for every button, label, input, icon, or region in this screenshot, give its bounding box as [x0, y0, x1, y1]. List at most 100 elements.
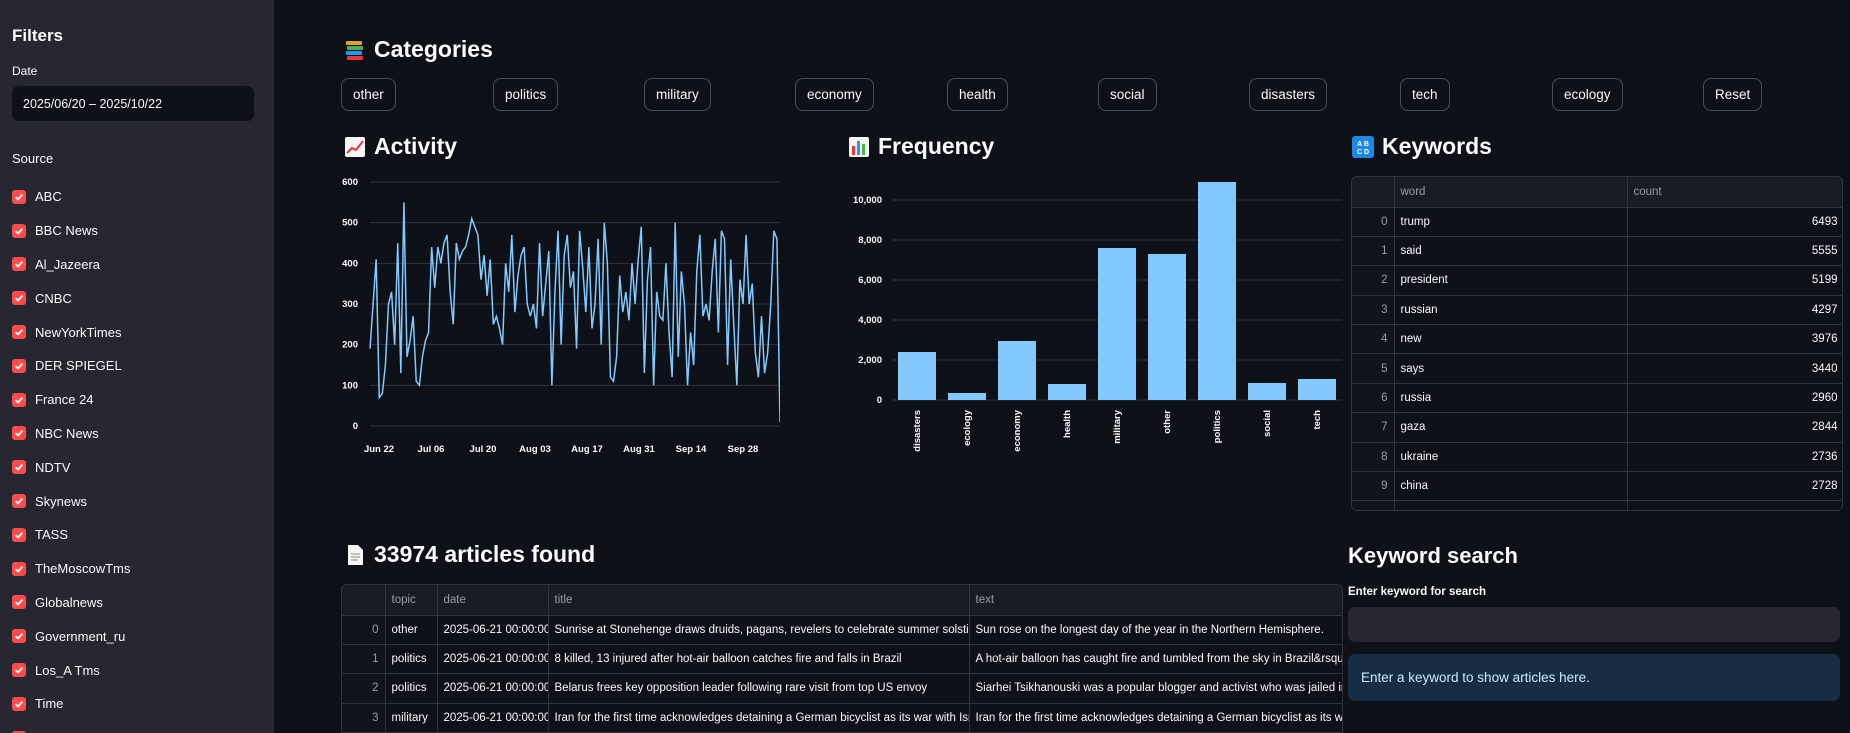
row-index: 3 [342, 703, 386, 733]
column-header[interactable]: text [969, 585, 1342, 616]
source-checkbox-row[interactable]: TASS [12, 518, 262, 552]
checkbox-checked-icon[interactable] [12, 291, 26, 306]
checkbox-checked-icon[interactable] [12, 629, 26, 644]
source-checkbox-row[interactable]: Skynews [12, 484, 262, 518]
category-button[interactable]: social [1098, 78, 1157, 111]
y-tick-label: 400 [342, 258, 358, 269]
checkbox-checked-icon[interactable] [12, 257, 26, 272]
x-tick-label: Jul 06 [418, 444, 445, 455]
x-tick-label: Aug 03 [519, 444, 551, 455]
checkbox-checked-icon[interactable] [12, 358, 26, 373]
checkbox-checked-icon[interactable] [12, 426, 26, 441]
source-checkbox-row[interactable]: Al_Jazeera [12, 248, 262, 282]
checkbox-checked-icon[interactable] [12, 189, 26, 204]
table-row[interactable]: 2 politics 2025-06-21 00:00:00 Belarus free… [342, 673, 1342, 704]
column-header[interactable]: word [1394, 177, 1628, 208]
source-label-text: TASS [35, 527, 68, 543]
column-header[interactable]: date [437, 585, 549, 616]
table-row[interactable]: 3 military 2025-06-21 00:00:00 Iran for the… [342, 703, 1342, 733]
category-button[interactable]: ecology [1552, 78, 1623, 111]
articles-heading: 33974 articles found [344, 541, 595, 568]
table-row[interactable]: 4 new 3976 [1352, 324, 1842, 355]
category-button[interactable]: economy [795, 78, 874, 111]
checkbox-checked-icon[interactable] [12, 527, 26, 542]
checkbox-checked-icon[interactable] [12, 663, 26, 678]
category-button[interactable]: disasters [1249, 78, 1328, 111]
table-cell: 4297 [1627, 295, 1842, 326]
table-row[interactable]: 9 china 2728 [1352, 471, 1842, 502]
table-row[interactable]: 1 politics 2025-06-21 00:00:00 8 killed, 13… [342, 644, 1342, 675]
category-button[interactable]: other [341, 78, 396, 111]
categories-heading: Categories [344, 36, 493, 63]
source-checkbox-row[interactable]: RT [12, 721, 262, 733]
table-row[interactable]: 6 russia 2960 [1352, 383, 1842, 414]
checkbox-checked-icon[interactable] [12, 392, 26, 407]
checkbox-checked-icon[interactable] [12, 460, 26, 475]
source-checkbox-row[interactable]: NewYorkTimes [12, 315, 262, 349]
y-tick-label: 200 [342, 340, 358, 351]
articles-table[interactable]: topic date title text 0 other 2025-06-21 00:0… [341, 584, 1343, 733]
row-index: 4 [1352, 324, 1395, 355]
x-tick-label: disasters [912, 410, 923, 452]
activity-title: Activity [374, 133, 458, 159]
table-row[interactable]: 5 says 3440 [1352, 353, 1842, 384]
column-header[interactable]: count [1627, 177, 1842, 208]
source-checkbox-row[interactable]: Los_A Tms [12, 653, 262, 687]
source-checkbox-row[interactable]: TheMoscowTms [12, 552, 262, 586]
category-button[interactable]: health [947, 78, 1008, 111]
source-checkbox-list: ABC BBC News Al_Jazeera CNBC NewYorkTimes DER… [12, 180, 262, 733]
table-cell: 3976 [1627, 324, 1842, 355]
column-header[interactable]: title [548, 585, 970, 616]
source-label-text: Skynews [35, 493, 88, 509]
keyword-info-box: Enter a keyword to show articles here. [1348, 654, 1840, 701]
table-row[interactable]: 8 ukraine 2736 [1352, 442, 1842, 473]
x-tick-label: Aug 31 [623, 444, 655, 455]
table-row[interactable]: 1 said 5555 [1352, 236, 1842, 267]
table-row[interactable]: 0 trump 6493 [1352, 207, 1842, 237]
column-header[interactable] [1352, 177, 1395, 208]
activity-heading: Activity [344, 133, 457, 160]
source-checkbox-row[interactable]: Time [12, 687, 262, 721]
table-cell: other [385, 615, 438, 645]
checkbox-checked-icon[interactable] [12, 325, 26, 340]
source-checkbox-row[interactable]: NBC News [12, 417, 262, 451]
category-button[interactable]: politics [493, 78, 559, 111]
table-cell: 2025-06-21 00:00:00 [437, 615, 549, 645]
checkbox-checked-icon[interactable] [12, 223, 26, 238]
column-header[interactable] [342, 585, 386, 616]
keyword-search-input[interactable] [1348, 607, 1840, 642]
table-cell: Siarhei Tsikhanouski was a popular blogg… [969, 673, 1342, 704]
source-checkbox-row[interactable]: DER SPIEGEL [12, 349, 262, 383]
keywords-table[interactable]: word count 0 trump 6493 1 said 5555 2 president 5… [1351, 176, 1843, 511]
category-button[interactable]: tech [1400, 78, 1450, 111]
date-range-value: 2025/06/20 – 2025/10/22 [23, 96, 163, 111]
checkbox-checked-icon[interactable] [12, 696, 26, 711]
frequency-bar [1298, 379, 1336, 400]
reset-button[interactable]: Reset [1703, 78, 1763, 111]
table-row[interactable] [1352, 500, 1842, 510]
table-row[interactable]: 2 president 5199 [1352, 265, 1842, 296]
table-cell: ukraine [1394, 442, 1628, 473]
row-index: 1 [1352, 236, 1395, 267]
table-row[interactable]: 0 other 2025-06-21 00:00:00 Sunrise at Ston… [342, 615, 1342, 645]
source-checkbox-row[interactable]: NDTV [12, 450, 262, 484]
source-checkbox-row[interactable]: France 24 [12, 383, 262, 417]
table-row[interactable]: 7 gaza 2844 [1352, 412, 1842, 443]
table-cell: military [385, 703, 438, 733]
source-checkbox-row[interactable]: CNBC [12, 281, 262, 315]
column-header[interactable]: topic [385, 585, 438, 616]
checkbox-checked-icon[interactable] [12, 494, 26, 509]
date-range-input[interactable]: 2025/06/20 – 2025/10/22 [12, 86, 254, 121]
source-checkbox-row[interactable]: BBC News [12, 214, 262, 248]
row-index: 2 [342, 673, 386, 704]
category-button[interactable]: military [644, 78, 711, 111]
source-checkbox-row[interactable]: ABC [12, 180, 262, 214]
source-checkbox-row[interactable]: Government_ru [12, 619, 262, 653]
source-label-text: Government_ru [35, 628, 126, 644]
row-index: 2 [1352, 265, 1395, 296]
table-row[interactable]: 3 russian 4297 [1352, 295, 1842, 326]
checkbox-checked-icon[interactable] [12, 595, 26, 610]
source-checkbox-row[interactable]: Globalnews [12, 586, 262, 620]
table-cell: politics [385, 644, 438, 675]
checkbox-checked-icon[interactable] [12, 561, 26, 576]
